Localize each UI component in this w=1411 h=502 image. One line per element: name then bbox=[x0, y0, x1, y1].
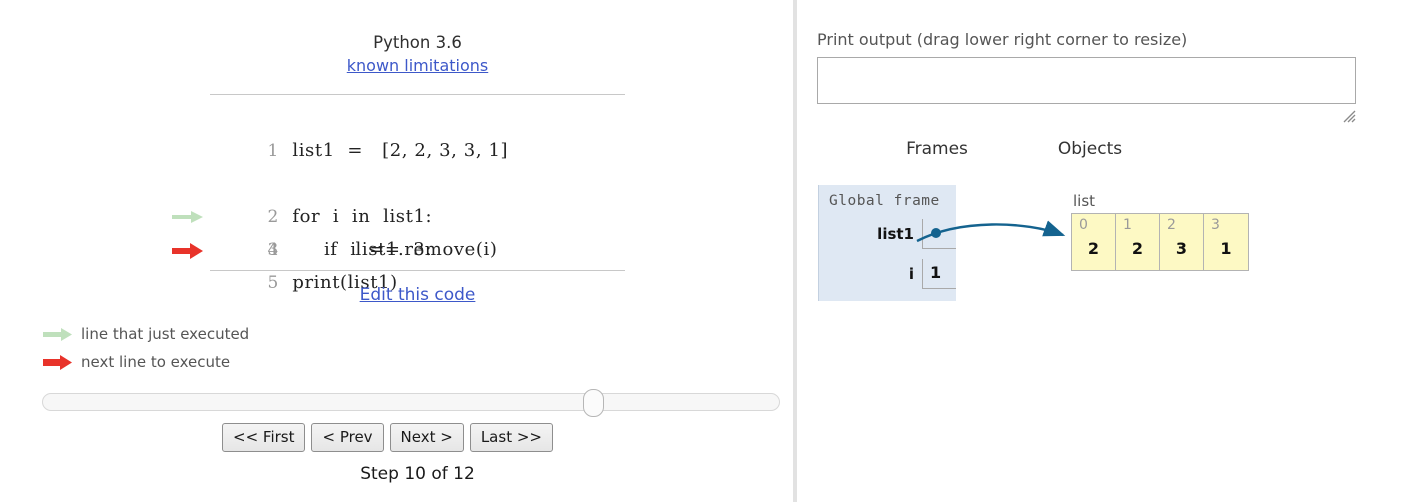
prev-button[interactable]: < Prev bbox=[311, 423, 384, 452]
step-counter-label: Step 10 of 12 bbox=[360, 464, 475, 484]
red-arrow-icon bbox=[43, 354, 73, 370]
cell-value: 1 bbox=[1220, 239, 1232, 258]
cell-value: 2 bbox=[1087, 239, 1100, 258]
edit-this-code-link[interactable]: Edit this code bbox=[360, 285, 476, 305]
list-cell: 2 3 bbox=[1160, 214, 1204, 270]
code-block: 1 list1 = [2, 2, 3, 3, 1] 2 for i in list1… bbox=[172, 94, 625, 293]
first-button[interactable]: << First bbox=[222, 423, 306, 452]
cell-index: 3 bbox=[1211, 217, 1220, 233]
list-cells: 0 2 1 2 2 3 3 1 bbox=[1071, 213, 1249, 271]
pointer-dot-icon bbox=[931, 228, 941, 238]
next-button[interactable]: Next > bbox=[389, 423, 464, 452]
print-output-textarea[interactable] bbox=[817, 57, 1356, 104]
cell-value: 3 bbox=[1175, 239, 1188, 258]
known-limitations-link-wrapper: known limitations bbox=[210, 56, 625, 75]
legend-row-next-line: next line to execute bbox=[43, 348, 249, 376]
code-panel: Python 3.6 known limitations 1 list1 = [2… bbox=[0, 0, 793, 502]
list-cell: 1 2 bbox=[1116, 214, 1160, 270]
code-line-3: 3 if i == 3: bbox=[172, 167, 625, 260]
legend-label: next line to execute bbox=[81, 353, 231, 371]
python-version-label: Python 3.6 bbox=[373, 33, 462, 52]
code-line-5: 5 print(list1) bbox=[210, 233, 625, 293]
code-line-1: 1 list1 = [2, 2, 3, 3, 1] bbox=[210, 101, 625, 161]
variable-row-list1: list1 bbox=[819, 219, 956, 249]
last-button[interactable]: Last >> bbox=[469, 423, 553, 452]
slider-thumb[interactable] bbox=[583, 389, 604, 417]
object-type-label: list bbox=[1073, 192, 1096, 210]
execution-step-slider[interactable] bbox=[42, 389, 780, 417]
legend-row-just-executed: line that just executed bbox=[43, 320, 249, 348]
cell-index: 2 bbox=[1167, 217, 1176, 233]
known-limitations-link[interactable]: known limitations bbox=[347, 56, 489, 75]
variable-value: 1 bbox=[922, 259, 956, 289]
arrow-legend: line that just executed next line to exe… bbox=[43, 320, 249, 376]
green-arrow-icon bbox=[172, 134, 206, 223]
variable-row-i: i 1 bbox=[819, 259, 956, 289]
variable-name: list1 bbox=[877, 225, 914, 243]
global-frame: Global frame list1 i 1 bbox=[818, 185, 956, 301]
code-line-4: 4 list1.remove(i) bbox=[210, 200, 625, 260]
navigation-buttons: << First < Prev Next > Last >> bbox=[222, 423, 553, 452]
list-cell: 0 2 bbox=[1072, 214, 1116, 270]
edit-code-link-wrapper: Edit this code bbox=[210, 285, 625, 305]
list-object: list 0 2 1 2 2 3 3 1 bbox=[1071, 192, 1249, 271]
global-frame-title: Global frame bbox=[829, 193, 940, 209]
visualization-panel: Print output (drag lower right corner to… bbox=[797, 0, 1411, 502]
resize-handle-icon[interactable] bbox=[1342, 108, 1356, 123]
variable-value-pointer bbox=[922, 219, 956, 249]
variable-name: i bbox=[908, 265, 914, 283]
code-line-2: 2 for i in list1: bbox=[172, 134, 625, 227]
objects-heading: Objects bbox=[1057, 139, 1123, 159]
cell-value: 2 bbox=[1131, 239, 1144, 258]
print-output-label: Print output (drag lower right corner to… bbox=[817, 30, 1188, 49]
green-arrow-icon bbox=[43, 327, 73, 341]
legend-label: line that just executed bbox=[81, 325, 250, 343]
list-cell: 3 1 bbox=[1204, 214, 1248, 270]
red-arrow-icon bbox=[172, 167, 206, 259]
cell-index: 0 bbox=[1079, 217, 1088, 233]
cell-index: 1 bbox=[1123, 217, 1132, 233]
frames-heading: Frames bbox=[906, 139, 968, 159]
